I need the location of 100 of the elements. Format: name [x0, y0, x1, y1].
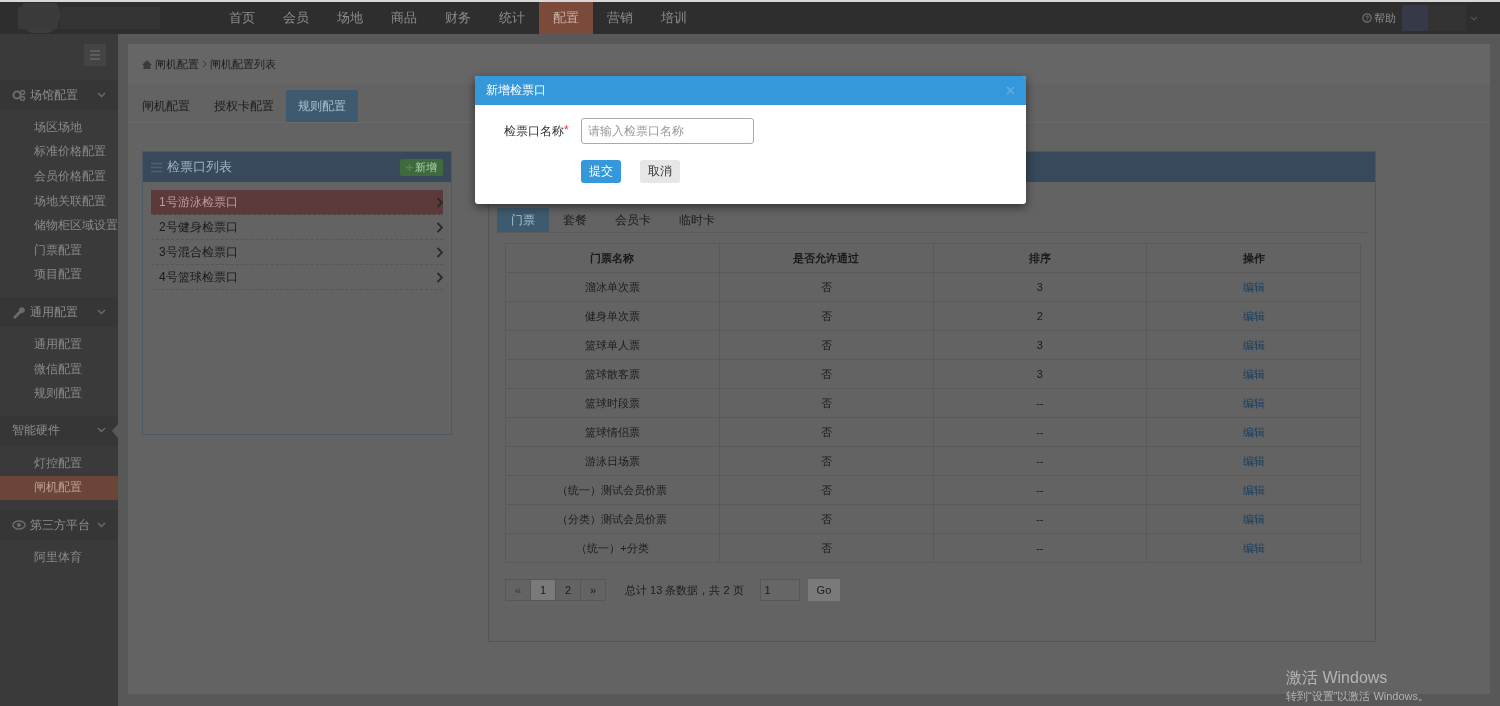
table-cell: 篮球时段票: [505, 388, 720, 418]
table-cell: 3: [933, 359, 1147, 389]
field-label: 检票口名称: [504, 122, 564, 140]
table-cell: --: [933, 388, 1147, 418]
plus-icon: [406, 163, 413, 171]
table-cell: （分类）测试会员价票: [505, 504, 720, 534]
list-icon: [151, 161, 162, 173]
nav-item[interactable]: 培训: [647, 2, 701, 34]
menu-item[interactable]: 微信配置: [0, 356, 118, 382]
close-icon[interactable]: [1006, 86, 1015, 95]
nav-item[interactable]: 配置: [539, 2, 593, 34]
gate-list-item[interactable]: 3号混合检票口: [151, 240, 443, 265]
nav-item[interactable]: 场地: [323, 2, 377, 34]
menu-item[interactable]: 标准价格配置: [0, 139, 118, 165]
table-cell: 2: [933, 301, 1147, 331]
edit-link[interactable]: 编辑: [1242, 280, 1265, 293]
chevron-right-icon: [436, 246, 443, 258]
menu-item[interactable]: 灯控配置: [0, 450, 118, 476]
column-header: 操作: [1146, 243, 1361, 273]
menu-item[interactable]: 门票配置: [0, 237, 118, 263]
nav-item[interactable]: 统计: [485, 2, 539, 34]
table-cell: 否: [719, 388, 933, 418]
table-cell: 否: [719, 504, 933, 534]
edit-link[interactable]: 编辑: [1242, 396, 1265, 409]
menu-item[interactable]: 闸机配置: [0, 475, 118, 501]
menu-item[interactable]: 场区场地: [0, 115, 118, 140]
tab[interactable]: 套餐: [549, 208, 601, 232]
input-field[interactable]: 请输入检票口名称: [581, 118, 754, 144]
edit-link[interactable]: 编辑: [1242, 425, 1265, 438]
edit-link[interactable]: 编辑: [1242, 541, 1265, 554]
table-cell: 篮球单人票: [505, 330, 720, 360]
page-input[interactable]: 1: [759, 579, 800, 601]
tab[interactable]: 规则配置: [286, 90, 358, 122]
tab[interactable]: 授权卡配置: [202, 90, 286, 122]
table-cell: --: [933, 417, 1147, 447]
gate-list-item[interactable]: 2号健身检票口: [151, 215, 443, 240]
home-icon: [142, 59, 152, 69]
menu-item[interactable]: 规则配置: [0, 381, 118, 406]
submit-button[interactable]: 提交: [581, 160, 621, 183]
menu-group[interactable]: 场馆配置: [0, 80, 118, 110]
table-cell: 否: [719, 533, 933, 563]
menu-group[interactable]: 通用配置: [0, 297, 118, 328]
chevron-down-icon: [97, 520, 106, 530]
menu-item[interactable]: 阿里体育: [0, 545, 118, 570]
activation-title: 激活 Windows: [1286, 668, 1389, 688]
menu-item[interactable]: 储物柜区域设置: [0, 213, 118, 238]
page-button[interactable]: 2: [555, 579, 581, 601]
table-cell: 否: [719, 475, 933, 505]
breadcrumb-link[interactable]: 闸机配置列表: [210, 56, 276, 72]
chevron-right-icon: [436, 221, 443, 233]
tab[interactable]: 闸机配置: [130, 90, 202, 122]
activation-text: 转到“设置”以激活 Windows。: [1286, 689, 1429, 704]
edit-link[interactable]: 编辑: [1242, 512, 1265, 525]
add-button[interactable]: 新增: [400, 158, 443, 176]
next-page-button[interactable]: »: [580, 579, 606, 601]
active-pointer-icon: [112, 423, 118, 438]
breadcrumb-link[interactable]: 闸机配置: [155, 56, 199, 72]
nav-item[interactable]: 营销: [593, 2, 647, 34]
edit-link[interactable]: 编辑: [1242, 309, 1265, 322]
menu-group[interactable]: 第三方平台: [0, 510, 118, 541]
pagination-summary: 总计 13 条数据，共 2 页: [625, 582, 744, 598]
tab[interactable]: 会员卡: [601, 208, 665, 232]
panel-title: 检票口列表: [167, 158, 233, 176]
menu-item[interactable]: 场地关联配置: [0, 188, 118, 214]
menu-icon[interactable]: [84, 44, 106, 66]
gate-list-item[interactable]: 1号游泳检票口: [151, 190, 443, 215]
table-cell: --: [933, 475, 1147, 505]
nav-item[interactable]: 会员: [269, 2, 323, 34]
go-button[interactable]: Go: [807, 579, 841, 601]
table-cell: 否: [719, 272, 933, 302]
table-cell: 否: [719, 301, 933, 331]
nav-item[interactable]: 首页: [215, 2, 269, 34]
nav-item[interactable]: 财务: [431, 2, 485, 34]
chevron-down-icon[interactable]: [1470, 14, 1478, 22]
help-link[interactable]: 帮助: [1374, 10, 1396, 26]
menu-item[interactable]: 项目配置: [0, 262, 118, 288]
table-cell: --: [933, 504, 1147, 534]
chevron-down-icon: [97, 307, 106, 317]
table-cell: --: [933, 446, 1147, 476]
edit-link[interactable]: 编辑: [1242, 338, 1265, 351]
edit-link[interactable]: 编辑: [1242, 483, 1265, 496]
column-header: 排序: [933, 243, 1147, 273]
dialog-title: 新增检票口: [486, 82, 547, 99]
menu-group[interactable]: 智能硬件: [0, 415, 118, 446]
table-cell: 3: [933, 272, 1147, 302]
menu-item[interactable]: 会员价格配置: [0, 164, 118, 189]
gate-list-item[interactable]: 4号篮球检票口: [151, 265, 443, 290]
edit-link[interactable]: 编辑: [1242, 367, 1265, 380]
nav-item[interactable]: 商品: [377, 2, 431, 34]
column-header: 是否允许通过: [719, 243, 933, 273]
page-button[interactable]: 1: [530, 579, 556, 601]
menu-item[interactable]: 通用配置: [0, 332, 118, 357]
chevron-right-icon: [202, 60, 207, 68]
cancel-button[interactable]: 取消: [640, 160, 680, 183]
edit-link[interactable]: 编辑: [1242, 454, 1265, 467]
table-cell: 否: [719, 359, 933, 389]
help-icon: [1362, 13, 1372, 23]
tab[interactable]: 门票: [497, 208, 549, 232]
tab[interactable]: 临时卡: [665, 208, 729, 232]
chevron-down-icon: [97, 90, 106, 100]
